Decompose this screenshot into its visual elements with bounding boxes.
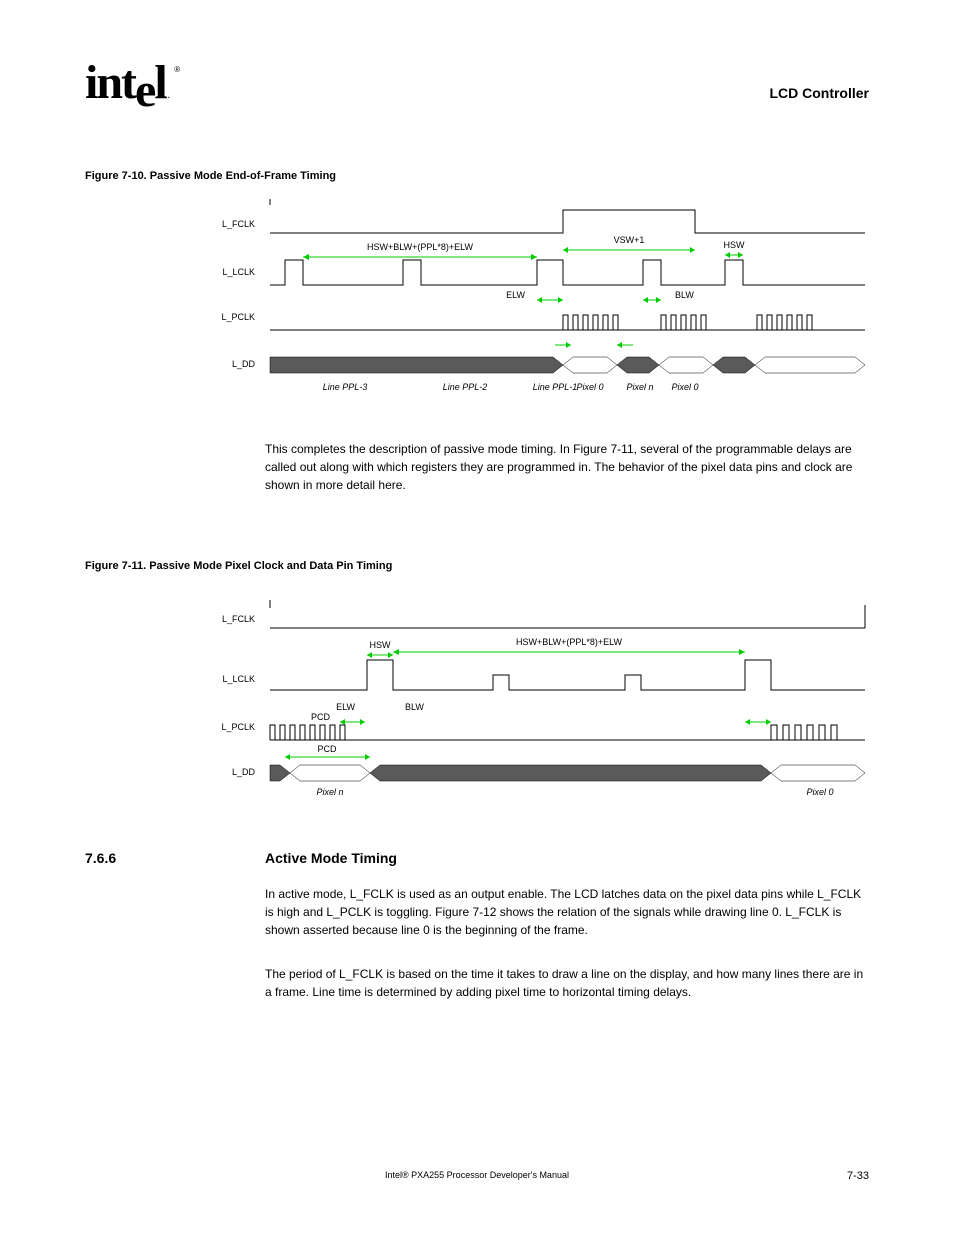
intel-logo: intel. ® xyxy=(85,55,168,110)
lbl11-pcd1: PCD xyxy=(311,712,331,722)
lbl-hsw: HSW xyxy=(724,240,746,250)
body-para-1: This completes the description of passiv… xyxy=(265,440,870,494)
lbl-blw1: BLW xyxy=(675,290,694,300)
section-number: 7.6.6 xyxy=(85,850,116,866)
figure-11-caption: Figure 7-11. Passive Mode Pixel Clock an… xyxy=(85,560,392,572)
footer-page-number: 7-33 xyxy=(847,1170,869,1182)
section-body-1: In active mode, L_FCLK is used as an out… xyxy=(265,885,870,939)
lbl11-meas: HSW+BLW+(PPL*8)+ELW xyxy=(516,637,622,647)
sig11-lfclk: L_FCLK xyxy=(222,614,255,624)
figure-11-diagram: L_FCLK L_LCLK L_PCLK L_DD HSW HSW+BLW+(P… xyxy=(85,590,869,820)
footer-center: Intel® PXA255 Processor Developer's Manu… xyxy=(0,1170,954,1180)
lbl-pixna: Pixel n xyxy=(626,382,653,392)
lbl-lineppl2: Line PPL-2 xyxy=(443,382,488,392)
lbl-pix0b: Pixel 0 xyxy=(671,382,698,392)
lbl-elw1: ELW xyxy=(506,290,525,300)
figure-10-diagram: L_FCLK L_LCLK L_PCLK L_DD HSW VSW+1 HSW+… xyxy=(85,195,869,415)
bus-ldd xyxy=(270,357,865,373)
lbl-lineppl3: Line PPL-3 xyxy=(323,382,368,392)
bus11-ldd xyxy=(270,765,865,781)
lbl11-blw: BLW xyxy=(405,702,424,712)
page-title: LCD Controller xyxy=(769,85,869,101)
lbl-lineperiod: HSW+BLW+(PPL*8)+ELW xyxy=(367,242,473,252)
section-title: Active Mode Timing xyxy=(265,850,397,866)
lbl11-pix0: Pixel 0 xyxy=(806,787,833,797)
sig-ldd: L_DD xyxy=(232,359,256,369)
registered-icon: ® xyxy=(174,65,180,74)
sig11-lclk: L_LCLK xyxy=(222,674,255,684)
section-body-2: The period of L_FCLK is based on the tim… xyxy=(265,965,870,1001)
sig-lpclk: L_PCLK xyxy=(221,312,255,322)
sig-lfclk: L_FCLK xyxy=(222,219,255,229)
lbl11-hsw: HSW xyxy=(370,640,392,650)
sig11-lpclk: L_PCLK xyxy=(221,722,255,732)
lbl-pix0a: Pixel 0 xyxy=(576,382,603,392)
lbl11-elw: ELW xyxy=(336,702,355,712)
sig11-ldd: L_DD xyxy=(232,767,256,777)
lbl-lineppl1: Line PPL-1 xyxy=(533,382,578,392)
sig-lclk: L_LCLK xyxy=(222,267,255,277)
lbl11-pcd2: PCD xyxy=(317,744,337,754)
figure-10-caption: Figure 7-10. Passive Mode End-of-Frame T… xyxy=(85,170,336,182)
lbl-vsw: VSW+1 xyxy=(614,235,645,245)
page: intel. ® LCD Controller Figure 7-10. Pas… xyxy=(0,0,954,1235)
lbl11-pixn2: Pixel n xyxy=(316,787,343,797)
logo-text: intel. xyxy=(85,56,168,109)
